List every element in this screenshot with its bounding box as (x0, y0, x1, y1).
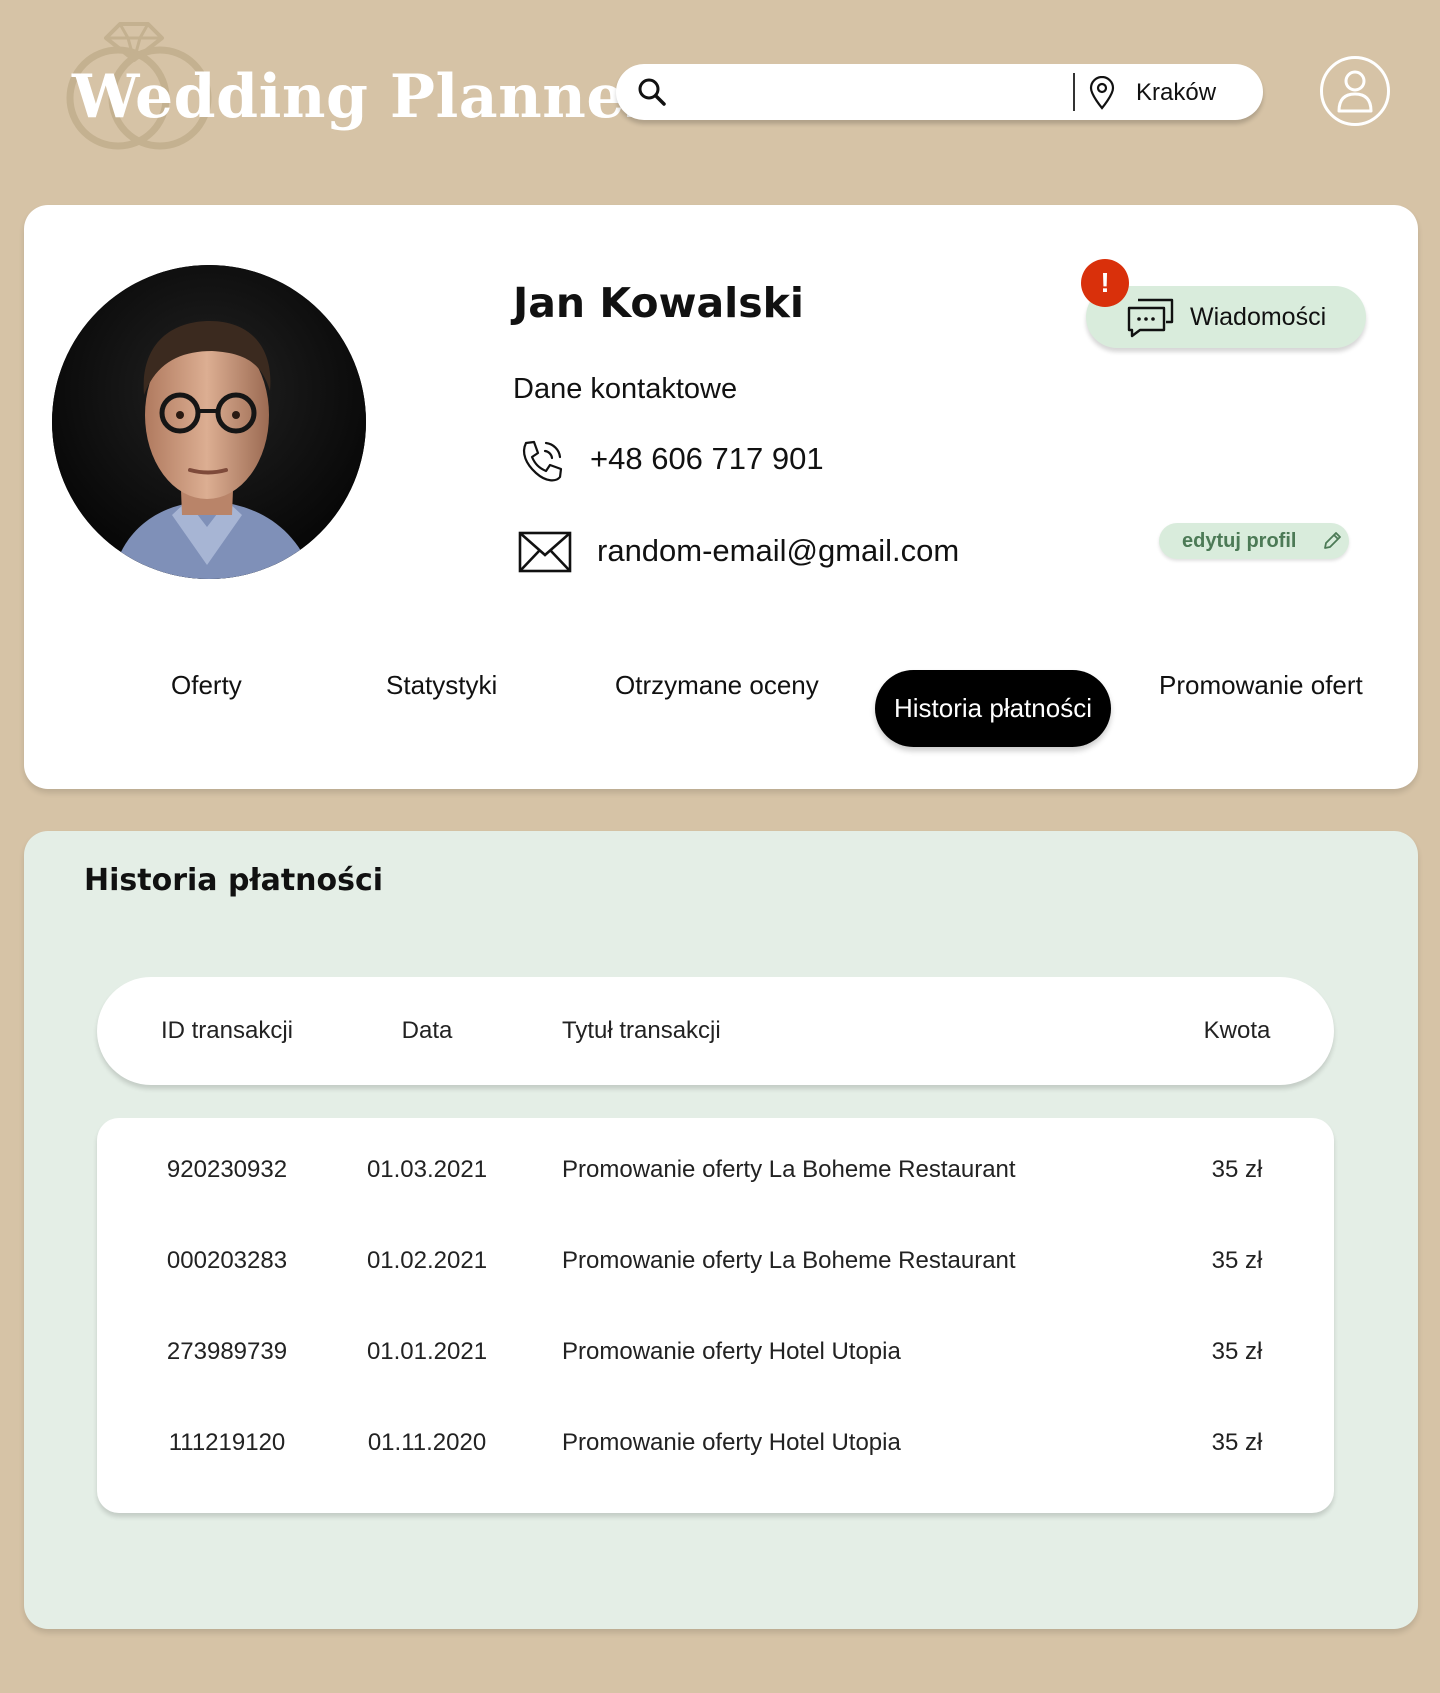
edit-profile-button[interactable]: edytuj profil (1159, 523, 1349, 559)
phone-number[interactable]: +48 606 717 901 (590, 441, 824, 477)
search-divider (1073, 73, 1075, 111)
transaction-amount: 35 zł (1211, 1247, 1263, 1274)
location-pin-icon (1089, 76, 1115, 110)
transaction-title: Promowanie oferty La Boheme Restaurant (562, 1156, 1016, 1183)
tab-offers[interactable]: Oferty (171, 670, 242, 701)
phone-icon (522, 440, 563, 482)
search-bar: Kraków (616, 64, 1263, 120)
transaction-id: 273989739 (166, 1338, 288, 1365)
table-row: 111219120 01.11.2020 Promowanie oferty H… (97, 1391, 1334, 1481)
transaction-date: 01.01.2021 (366, 1338, 488, 1365)
transaction-title: Promowanie oferty La Boheme Restaurant (562, 1247, 1016, 1274)
table-header: ID transakcji Data Tytuł transakcji Kwot… (97, 977, 1334, 1085)
avatar (52, 265, 366, 579)
pencil-icon (1324, 532, 1341, 549)
transaction-title: Promowanie oferty Hotel Utopia (562, 1338, 901, 1365)
transaction-amount: 35 zł (1211, 1338, 1263, 1365)
notification-badge: ! (1081, 259, 1129, 307)
tab-promote-offers[interactable]: Promowanie ofert (1159, 670, 1363, 701)
transactions-table: 920230932 01.03.2021 Promowanie oferty L… (97, 1118, 1334, 1513)
transaction-title: Promowanie oferty Hotel Utopia (562, 1429, 901, 1456)
payment-history-section: Historia płatności ID transakcji Data Ty… (24, 831, 1418, 1629)
location-value[interactable]: Kraków (1136, 79, 1216, 107)
transaction-date: 01.02.2021 (366, 1247, 488, 1274)
mail-icon (518, 531, 572, 573)
transaction-amount: 35 zł (1211, 1156, 1263, 1183)
transaction-id: 000203283 (166, 1247, 288, 1274)
profile-card: Jan Kowalski Dane kontaktowe +48 606 717… (24, 205, 1418, 789)
transaction-id: 111219120 (168, 1429, 286, 1456)
table-row: 000203283 01.02.2021 Promowanie oferty L… (97, 1209, 1334, 1299)
chat-bubbles-icon (1127, 298, 1174, 338)
profile-photo (52, 265, 366, 579)
tab-received-ratings[interactable]: Otrzymane oceny (615, 670, 819, 701)
logo-text: Wedding Planner (72, 62, 658, 132)
transaction-id: 920230932 (166, 1156, 288, 1183)
transaction-date: 01.03.2021 (366, 1156, 488, 1183)
transaction-date: 01.11.2020 (367, 1429, 487, 1456)
column-header-title: Tytuł transakcji (562, 1017, 721, 1044)
column-header-date: Data (401, 1017, 453, 1044)
table-row: 273989739 01.01.2021 Promowanie oferty H… (97, 1300, 1334, 1390)
table-row: 920230932 01.03.2021 Promowanie oferty L… (97, 1118, 1334, 1208)
profile-name: Jan Kowalski (513, 279, 804, 327)
section-title: Historia płatności (84, 863, 384, 898)
transaction-amount: 35 zł (1211, 1429, 1263, 1456)
messages-label: Wiadomości (1190, 303, 1327, 331)
column-header-amount: Kwota (1203, 1017, 1271, 1044)
edit-profile-label: edytuj profil (1182, 530, 1297, 552)
tab-payment-history[interactable]: Historia płatności (875, 670, 1111, 747)
column-header-id: ID transakcji (160, 1017, 294, 1044)
tab-statistics[interactable]: Statystyki (386, 670, 497, 701)
logo[interactable]: Wedding Planner (40, 12, 657, 152)
search-icon[interactable] (636, 76, 668, 108)
user-account-icon (1337, 70, 1373, 113)
email-address[interactable]: random-email@gmail.com (597, 533, 959, 569)
user-account-button[interactable] (1320, 56, 1390, 126)
contact-heading: Dane kontaktowe (513, 373, 738, 405)
messages-button[interactable]: Wiadomości (1086, 286, 1366, 348)
search-input[interactable] (684, 74, 1064, 110)
